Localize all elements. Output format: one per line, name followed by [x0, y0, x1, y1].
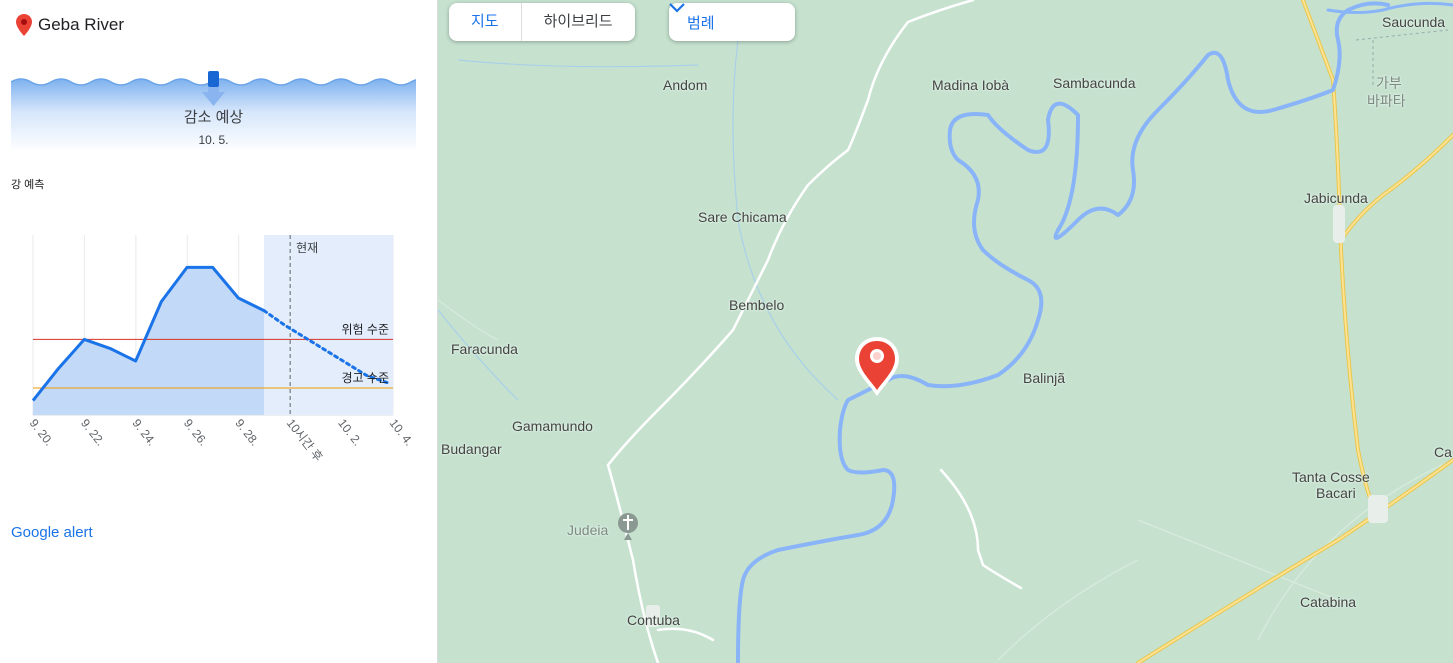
place-label: Balinjã — [1023, 370, 1066, 386]
x-tick-label: 10. 4. — [387, 416, 417, 448]
river-forecast-chart: 현재위험 수준경고 수준 9. 20. 9. 22. 9. 24. 9. 26. 9. 2… — [27, 235, 417, 464]
river-info-panel: Geba River 감소 예상 10. 5. 강 예측 현재위험 수준경고 수… — [0, 0, 438, 663]
place-label: Bacari — [1316, 485, 1356, 501]
chevron-down-icon — [669, 3, 685, 13]
location-pin-icon — [16, 14, 32, 36]
x-tick-label: 9. 22. — [78, 416, 108, 448]
place-label: Catabina — [1300, 594, 1357, 610]
place-label: Madina Iobà — [932, 77, 1010, 93]
map-type-toggle: 지도 하이브리드 — [449, 3, 635, 41]
place-label: Faracunda — [451, 341, 518, 357]
river-title: Geba River — [16, 14, 124, 36]
place-label: Budangar — [441, 441, 502, 457]
forecast-label: 강 예측 — [11, 179, 45, 191]
trend-label: 감소 예상 — [183, 109, 244, 126]
place-label: Sambacunda — [1053, 75, 1136, 91]
x-tick-label: 9. 28. — [232, 416, 262, 448]
river-name: Geba River — [38, 15, 124, 34]
map-canvas[interactable] — [438, 0, 1453, 663]
place-label: Gamamundo — [512, 418, 593, 434]
place-label: 가부 — [1376, 75, 1402, 91]
danger-level-label: 위험 수준 — [342, 322, 390, 336]
place-label: Sare Chicama — [698, 209, 787, 225]
legend-button-label: 범례 — [687, 14, 715, 32]
map-type-map-button[interactable]: 지도 — [449, 3, 522, 41]
x-tick-label: 9. 26. — [181, 416, 211, 448]
now-label: 현재 — [296, 241, 318, 255]
place-label: Judeia — [567, 522, 609, 538]
x-tick-label: 10시간 후 — [284, 416, 326, 464]
place-label: Saucunda — [1382, 14, 1446, 30]
place-label: Andom — [663, 77, 708, 93]
x-tick-label: 9. 20. — [27, 416, 57, 448]
map-view[interactable]: 지도 하이브리드 범례 Saucunda 가부 바파타 Andom Madina… — [438, 0, 1453, 663]
legend-button[interactable]: 범례 — [669, 3, 795, 41]
warning-level-label: 경고 수준 — [342, 371, 390, 385]
x-tick-label: 9. 24. — [129, 416, 159, 448]
place-label: Ca — [1434, 444, 1452, 460]
place-label: Jabicunda — [1304, 190, 1368, 206]
selected-location-pin-icon[interactable] — [855, 337, 899, 396]
place-label: Contuba — [627, 612, 680, 628]
place-label: Tanta Cosse — [1292, 469, 1370, 485]
trend-date: 10. 5. — [198, 133, 229, 147]
place-label: 바파타 — [1367, 93, 1406, 109]
place-label: Bembelo — [729, 297, 785, 313]
x-tick-label: 10. 2. — [335, 416, 365, 448]
google-alert-link[interactable]: Google alert — [11, 524, 93, 541]
cross-church-icon[interactable] — [618, 513, 638, 540]
map-type-hybrid-button[interactable]: 하이브리드 — [522, 3, 635, 41]
